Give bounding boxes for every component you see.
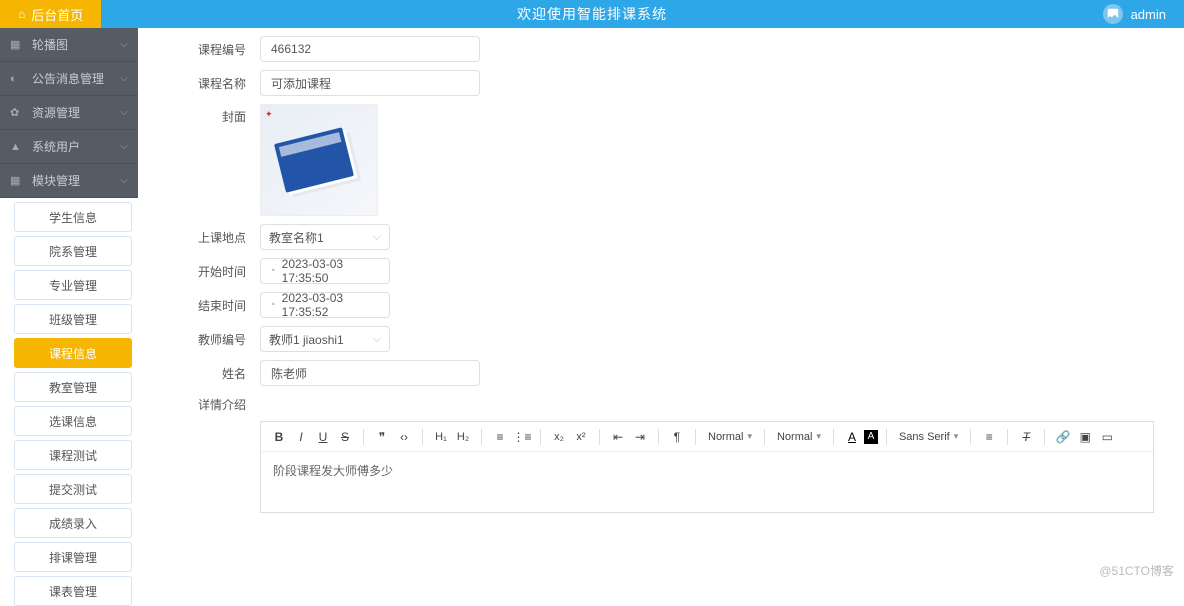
sidebar-cat-sysuser[interactable]: ▲系统用户⌵ (0, 130, 138, 164)
sidebar-item-grade[interactable]: 成绩录入 (14, 508, 132, 538)
label-location: 上课地点 (170, 229, 260, 246)
clock-icon: ◔ (269, 299, 276, 311)
cover-thumbnail[interactable]: ✦ (260, 104, 378, 216)
start-time-input[interactable]: ◔2023-03-03 17:35:50 (260, 258, 390, 284)
label-end: 结束时间 (170, 297, 260, 314)
location-select[interactable]: 教室名称1 (260, 224, 390, 250)
chevron-down-icon: ⌵ (120, 39, 128, 50)
indent-button[interactable]: ⇥ (630, 430, 650, 444)
header-select[interactable]: Normal (773, 431, 825, 443)
label-detail: 详情介绍 (170, 394, 260, 413)
grid-icon: ▦ (10, 174, 24, 187)
sidebar-cat-resource[interactable]: ✿资源管理⌵ (0, 96, 138, 130)
label-cover: 封面 (170, 104, 260, 125)
strike-button[interactable]: S (335, 430, 355, 444)
editor-body[interactable]: 阶段课程发大师傅多少 (261, 452, 1153, 512)
sidebar: ▦轮播图⌵ ◐公告消息管理⌵ ✿资源管理⌵ ▲系统用户⌵ ▦模块管理⌵ 学生信息… (0, 28, 138, 585)
sidebar-cat-module[interactable]: ▦模块管理⌵ (0, 164, 138, 198)
sidebar-item-course[interactable]: 课程信息 (14, 338, 132, 368)
h2-button[interactable]: H₂ (453, 431, 473, 443)
teacher-id-select[interactable]: 教师1 jiaoshi1 (260, 326, 390, 352)
sidebar-item-major[interactable]: 专业管理 (14, 270, 132, 300)
chevron-down-icon: ⌵ (120, 107, 128, 118)
username: admin (1131, 7, 1166, 22)
clear-button[interactable]: T (1016, 430, 1036, 444)
label-teacher-id: 教师编号 (170, 331, 260, 348)
sidebar-item-select[interactable]: 选课信息 (14, 406, 132, 436)
name-input[interactable] (260, 360, 480, 386)
underline-button[interactable]: U (313, 430, 333, 444)
image-button[interactable]: ▣ (1075, 430, 1095, 444)
label-name: 姓名 (170, 365, 260, 382)
top-bar: ⌂ 后台首页 欢迎使用智能排课系统 admin (0, 0, 1184, 28)
end-time-input[interactable]: ◔2023-03-03 17:35:52 (260, 292, 390, 318)
h1-button[interactable]: H₁ (431, 431, 451, 443)
label-course-id: 课程编号 (170, 41, 260, 58)
code-button[interactable]: ‹› (394, 430, 414, 444)
sidebar-item-timetable[interactable]: 课表管理 (14, 576, 132, 606)
sidebar-cat-notice[interactable]: ◐公告消息管理⌵ (0, 62, 138, 96)
book-graphic (274, 127, 354, 192)
chevron-down-icon: ⌵ (120, 175, 128, 186)
sidebar-item-class[interactable]: 班级管理 (14, 304, 132, 334)
clock-icon: ◔ (269, 265, 276, 277)
circle-icon: ◐ (10, 73, 24, 85)
font-family-select[interactable]: Sans Serif (895, 431, 962, 443)
bgcolor-button[interactable]: A (864, 430, 878, 444)
home-icon: ⌂ (18, 7, 25, 21)
gear-icon: ✿ (10, 106, 24, 119)
sub-button[interactable]: x₂ (549, 431, 569, 443)
home-button[interactable]: ⌂ 后台首页 (0, 0, 101, 28)
sidebar-cat-carousel[interactable]: ▦轮播图⌵ (0, 28, 138, 62)
ol-button[interactable]: ≡ (490, 430, 510, 444)
label-start: 开始时间 (170, 263, 260, 280)
direction-button[interactable]: ¶ (667, 430, 687, 444)
course-name-input[interactable] (260, 70, 480, 96)
rich-editor: B I U S ❞ ‹› H₁ H₂ ≡ ⋮≡ x₂ x² ⇤ ⇥ ¶ Norm… (260, 421, 1154, 513)
user-area[interactable]: admin (1103, 4, 1166, 24)
thumb-badge-icon: ✦ (265, 109, 273, 120)
chevron-down-icon: ⌵ (120, 73, 128, 84)
label-course-name: 课程名称 (170, 75, 260, 92)
sidebar-item-room[interactable]: 教室管理 (14, 372, 132, 402)
grid-icon: ▦ (10, 38, 24, 51)
video-button[interactable]: ▭ (1097, 430, 1117, 444)
align-button[interactable]: ≡ (979, 430, 999, 444)
avatar (1103, 4, 1123, 24)
page-title: 欢迎使用智能排课系统 (517, 4, 667, 24)
link-button[interactable]: 🔗 (1053, 430, 1073, 444)
sidebar-item-submit[interactable]: 提交测试 (14, 474, 132, 504)
home-label: 后台首页 (31, 5, 83, 24)
quote-button[interactable]: ❞ (372, 430, 392, 444)
color-button[interactable]: A (842, 430, 862, 444)
editor-toolbar: B I U S ❞ ‹› H₁ H₂ ≡ ⋮≡ x₂ x² ⇤ ⇥ ¶ Norm… (261, 422, 1153, 452)
sidebar-item-student[interactable]: 学生信息 (14, 202, 132, 232)
bold-button[interactable]: B (269, 430, 289, 444)
font-size-select[interactable]: Normal (704, 431, 756, 443)
watermark: @51CTO博客 (1099, 562, 1174, 579)
sidebar-item-quiz[interactable]: 课程测试 (14, 440, 132, 470)
content-area: 课程编号 课程名称 封面 ✦ 上课地点 教室名称1 开始时间 ◔2023-03-… (150, 28, 1184, 585)
ul-button[interactable]: ⋮≡ (512, 430, 532, 444)
sup-button[interactable]: x² (571, 431, 591, 443)
outdent-button[interactable]: ⇤ (608, 430, 628, 444)
course-id-input[interactable] (260, 36, 480, 62)
sidebar-item-dept[interactable]: 院系管理 (14, 236, 132, 266)
user-icon: ▲ (10, 141, 24, 153)
chevron-down-icon: ⌵ (120, 141, 128, 152)
sidebar-item-schedule[interactable]: 排课管理 (14, 542, 132, 572)
italic-button[interactable]: I (291, 430, 311, 444)
